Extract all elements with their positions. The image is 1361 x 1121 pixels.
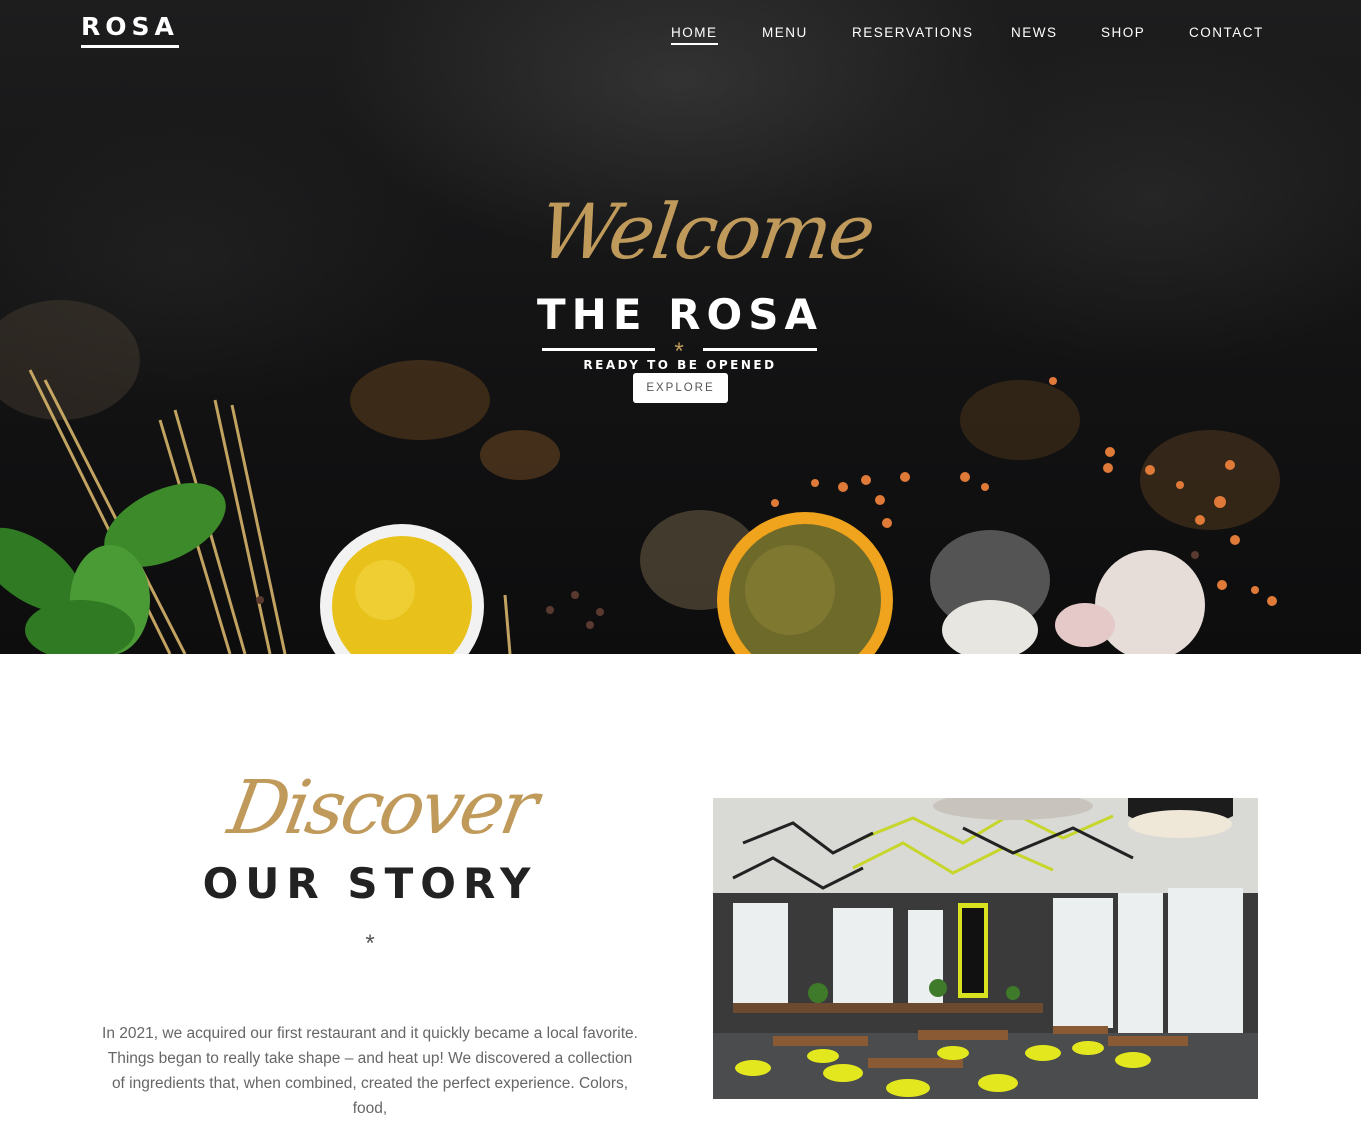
story-star-icon: *: [365, 930, 375, 957]
nav-item-news[interactable]: NEWS: [1011, 24, 1058, 42]
nav-item-home[interactable]: HOME: [671, 24, 718, 45]
nav-item-menu[interactable]: MENU: [762, 24, 808, 42]
hero-tagline: READY TO BE OPENED: [583, 358, 777, 372]
story-paragraph: In 2021, we acquired our first restauran…: [102, 1025, 638, 1117]
main-nav: HOME MENU RESERVATIONS NEWS SHOP CONTACT: [0, 24, 1361, 48]
restaurant-interior-photo: [713, 798, 1258, 1099]
nav-item-shop[interactable]: SHOP: [1101, 24, 1145, 42]
hero-divider-left: [542, 348, 655, 351]
story-script-heading: Discover: [222, 765, 542, 851]
nav-item-reservations[interactable]: RESERVATIONS: [852, 24, 974, 42]
hero-divider-right: [703, 348, 817, 351]
hero-script-heading: Welcome: [533, 187, 879, 276]
explore-button[interactable]: EXPLORE: [633, 373, 728, 403]
story-title: OUR STORY: [202, 859, 538, 908]
nav-item-contact[interactable]: CONTACT: [1189, 24, 1264, 42]
restaurant-interior-image: [713, 798, 1258, 1099]
hero-title: THE ROSA: [537, 290, 823, 339]
